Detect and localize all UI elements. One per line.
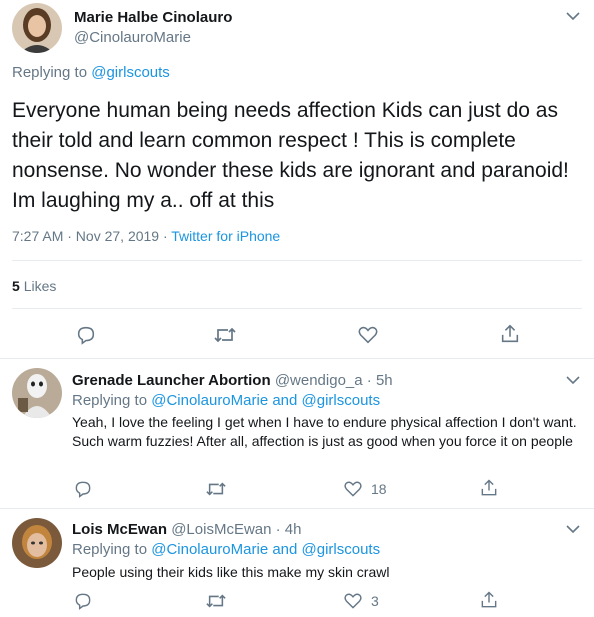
- replying-to: Replying to @CinolauroMarie and @girlsco…: [72, 392, 380, 409]
- replying-to-link[interactable]: @girlscouts: [91, 64, 170, 81]
- comment-icon[interactable]: [73, 591, 93, 611]
- reply-header: Lois McEwan @LoisMcEwan · 4h: [72, 521, 302, 538]
- tweet-text: Everyone human being needs affection Kid…: [12, 99, 569, 212]
- author-name[interactable]: Grenade Launcher Abortion: [72, 372, 271, 389]
- replying-prefix: Replying to: [72, 541, 148, 558]
- divider: [12, 260, 582, 261]
- tweet-meta: 7:27 AM · Nov 27, 2019 · Twitter for iPh…: [12, 228, 280, 244]
- replying-prefix: Replying to: [72, 392, 148, 409]
- avatar[interactable]: [12, 518, 62, 568]
- replying-to: Replying to @girlscouts: [12, 64, 170, 81]
- replying-to: Replying to @CinolauroMarie and @girlsco…: [72, 541, 380, 558]
- tweet-timestamp[interactable]: 7:27 AM · Nov 27, 2019 ·: [12, 228, 168, 244]
- divider: [0, 358, 594, 359]
- likes-count: 5: [12, 278, 20, 294]
- reply-header: Grenade Launcher Abortion @wendigo_a · 5…: [72, 372, 393, 389]
- heart-icon[interactable]: [357, 324, 379, 346]
- author-name[interactable]: Lois McEwan: [72, 521, 167, 538]
- like-count: 3: [371, 593, 379, 609]
- share-icon[interactable]: [479, 590, 499, 610]
- share-icon[interactable]: [479, 478, 499, 498]
- author-name[interactable]: Marie Halbe Cinolauro: [74, 9, 232, 26]
- like-count: 18: [371, 481, 387, 497]
- reply-text: Yeah, I love the feeling I get when I ha…: [72, 414, 577, 449]
- retweet-icon[interactable]: [205, 591, 227, 611]
- reply-time[interactable]: · 4h: [276, 521, 302, 538]
- replying-prefix: Replying to: [12, 64, 88, 81]
- likes-stat[interactable]: 5 Likes: [12, 278, 56, 294]
- avatar[interactable]: [12, 3, 62, 53]
- share-icon[interactable]: [499, 323, 521, 345]
- author-handle[interactable]: @wendigo_a: [275, 372, 363, 389]
- heart-icon[interactable]: [343, 479, 363, 499]
- reply-time[interactable]: · 5h: [367, 372, 393, 389]
- replying-to-link[interactable]: @CinolauroMarie and @girlscouts: [151, 392, 380, 409]
- chevron-down-icon[interactable]: [566, 11, 580, 21]
- retweet-icon[interactable]: [205, 479, 227, 499]
- retweet-icon[interactable]: [213, 324, 237, 346]
- divider: [12, 308, 582, 309]
- replying-to-link[interactable]: @CinolauroMarie and @girlscouts: [151, 541, 380, 558]
- comment-icon[interactable]: [75, 324, 97, 346]
- author-handle[interactable]: @LoisMcEwan: [171, 521, 271, 538]
- chevron-down-icon[interactable]: [566, 375, 580, 385]
- chevron-down-icon[interactable]: [566, 524, 580, 534]
- tweet-source[interactable]: Twitter for iPhone: [171, 228, 280, 244]
- divider: [0, 508, 594, 509]
- heart-icon[interactable]: [343, 591, 363, 611]
- reply-text: People using their kids like this make m…: [72, 564, 390, 580]
- likes-label: Likes: [23, 278, 57, 294]
- author-handle[interactable]: @CinolauroMarie: [74, 29, 191, 46]
- avatar[interactable]: [12, 368, 62, 418]
- comment-icon[interactable]: [73, 479, 93, 499]
